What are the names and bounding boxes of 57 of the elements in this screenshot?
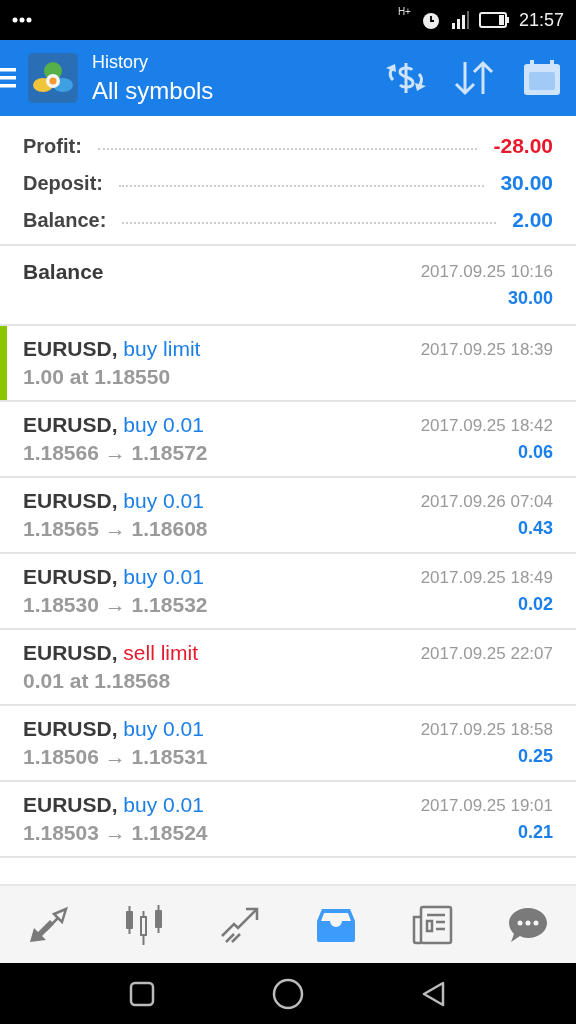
- trade-time: 2017.09.25 18:58: [420, 719, 553, 740]
- trade-title: EURUSD, buy 0.01: [23, 565, 205, 589]
- trade-title: EURUSD, buy 0.01: [23, 489, 205, 513]
- network-type: H+: [397, 6, 411, 17]
- trade-detail: 1.18506 → 1.18531: [23, 745, 209, 769]
- alarm-clock-icon: [420, 10, 441, 30]
- trade-title: EURUSD, buy 0.01: [23, 413, 205, 437]
- trend-arrow-icon: [220, 905, 260, 944]
- newspaper-icon: [411, 904, 453, 945]
- trade-row[interactable]: EURUSD, buy limit 1.00 at 1.18550 2017.09.25 18:39: [0, 326, 576, 402]
- trade-detail: 1.00 at 1.18550: [23, 365, 172, 389]
- trade-detail: 1.18530 → 1.18532: [23, 593, 209, 617]
- trade-detail: 0.01 at 1.18568: [23, 669, 172, 693]
- inbox-icon: [316, 906, 356, 943]
- menu-icon[interactable]: [0, 66, 18, 90]
- trade-title: EURUSD, buy 0.01: [23, 717, 205, 741]
- trade-title: EURUSD, buy limit: [23, 337, 202, 361]
- entry-title: Balance: [23, 260, 105, 284]
- recent-apps-icon[interactable]: [128, 980, 155, 1007]
- trade-profit: 0.21: [517, 821, 553, 843]
- trade-time: 2017.09.25 18:49: [420, 567, 553, 588]
- trade-profit: 0.06: [517, 441, 553, 463]
- summary-label: Deposit:: [23, 171, 103, 195]
- summary-value: 2.00: [512, 208, 553, 232]
- entry-amount: 30.00: [507, 287, 553, 309]
- signal-icon: [450, 11, 469, 29]
- dollar-exchange-icon: [384, 60, 428, 96]
- screen-title: All symbols: [92, 76, 215, 105]
- trade-time: 2017.09.25 22:07: [420, 643, 553, 664]
- trade-detail: 1.18566 → 1.18572: [23, 441, 209, 465]
- entry-time: 2017.09.25 10:16: [420, 261, 553, 282]
- double-arrow-icon: [28, 905, 68, 944]
- trade-title: EURUSD, buy 0.01: [23, 793, 205, 817]
- summary-label: Profit:: [23, 134, 82, 158]
- candlestick-icon: [123, 904, 165, 945]
- calendar-icon: [522, 59, 562, 97]
- screen-subtitle: History: [92, 51, 149, 73]
- trade-profit: 0.02: [517, 593, 553, 615]
- notification-dots-icon: [12, 17, 32, 23]
- summary-value: -28.00: [493, 134, 553, 158]
- app-logo-icon: [28, 53, 78, 103]
- battery-icon: [478, 12, 509, 28]
- summary-value: 30.00: [500, 171, 553, 195]
- trade-profit: 0.43: [517, 517, 553, 539]
- trade-time: 2017.09.26 07:04: [420, 491, 553, 512]
- trade-time: 2017.09.25 18:42: [420, 415, 553, 436]
- trade-detail: 1.18503 → 1.18524: [23, 821, 209, 845]
- trade-time: 2017.09.25 18:39: [420, 339, 553, 360]
- trade-detail: 1.18565 → 1.18608: [23, 517, 209, 541]
- trade-time: 2017.09.25 19:01: [420, 795, 553, 816]
- trade-title: EURUSD, sell limit: [23, 641, 200, 665]
- summary-label: Balance:: [23, 208, 107, 232]
- home-icon[interactable]: [272, 977, 304, 1010]
- sort-arrows-icon: [453, 60, 495, 96]
- clock-time: 21:57: [518, 9, 564, 31]
- chat-bubble-icon: [508, 905, 548, 944]
- trade-profit: 0.25: [517, 745, 553, 767]
